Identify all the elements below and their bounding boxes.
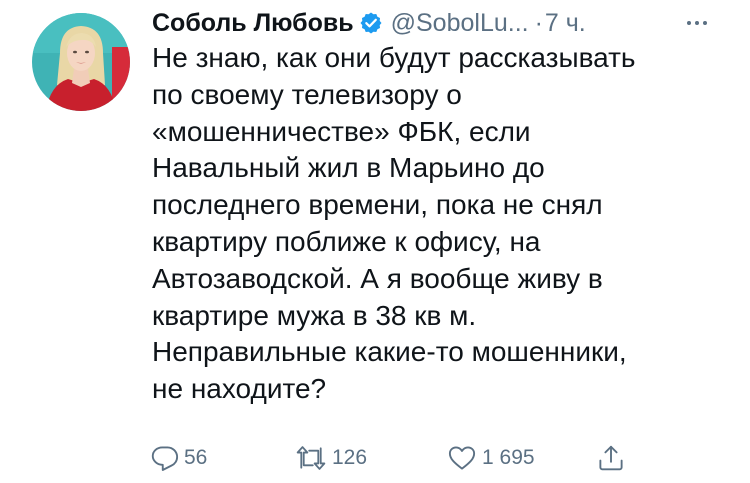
tweet-actions: 56 126 1 695 (150, 442, 650, 474)
share-icon (596, 443, 626, 473)
tweet-text-line: «мошенничестве» ФБК, если (152, 115, 531, 147)
tweet-text-line: квартиру поближе к офису, на (152, 225, 541, 257)
retweet-count: 126 (332, 446, 368, 469)
tweet-text-line: Автозаводской. А я вообще живу в (152, 262, 603, 294)
verified-badge-icon (359, 11, 383, 35)
tweet-text-line: последнего времени, пока не снял (152, 189, 603, 221)
author-handle[interactable]: @SobolLu... (391, 9, 529, 38)
tweet-header: Соболь Любовь @SobolLu... · 7 ч. (152, 6, 586, 40)
avatar[interactable] (32, 13, 130, 111)
reply-button[interactable]: 56 (150, 442, 207, 474)
tweet-text-line: не находите? (152, 373, 327, 405)
tweet-text-line: Не знаю, как они будут рассказывать (152, 42, 636, 73)
tweet-card[interactable]: Соболь Любовь @SobolLu... · 7 ч. Не знаю… (0, 0, 750, 483)
tweet-text-line: Неправильные какие-то мошенники, (152, 336, 627, 368)
avatar-photo-icon (32, 13, 130, 111)
author-display-name[interactable]: Соболь Любовь (152, 9, 354, 38)
like-count: 1 695 (482, 446, 535, 469)
separator-dot: · (534, 8, 543, 37)
timestamp[interactable]: 7 ч. (545, 9, 586, 38)
share-button[interactable] (596, 442, 626, 474)
reply-count: 56 (184, 446, 208, 469)
reply-icon (150, 443, 180, 473)
more-options-icon[interactable] (682, 10, 712, 36)
tweet-text-line: по своему телевизору о (152, 78, 462, 110)
tweet-text: Не знаю, как они будут рассказывать по с… (152, 40, 732, 408)
tweet-text-line: квартире мужа в 38 кв м. (152, 299, 477, 331)
tweet-text-line: Навальный жил в Марьино до (152, 152, 545, 184)
heart-icon (446, 443, 478, 473)
retweet-button[interactable]: 126 (294, 442, 367, 474)
retweet-icon (294, 443, 328, 473)
like-button[interactable]: 1 695 (446, 442, 535, 474)
